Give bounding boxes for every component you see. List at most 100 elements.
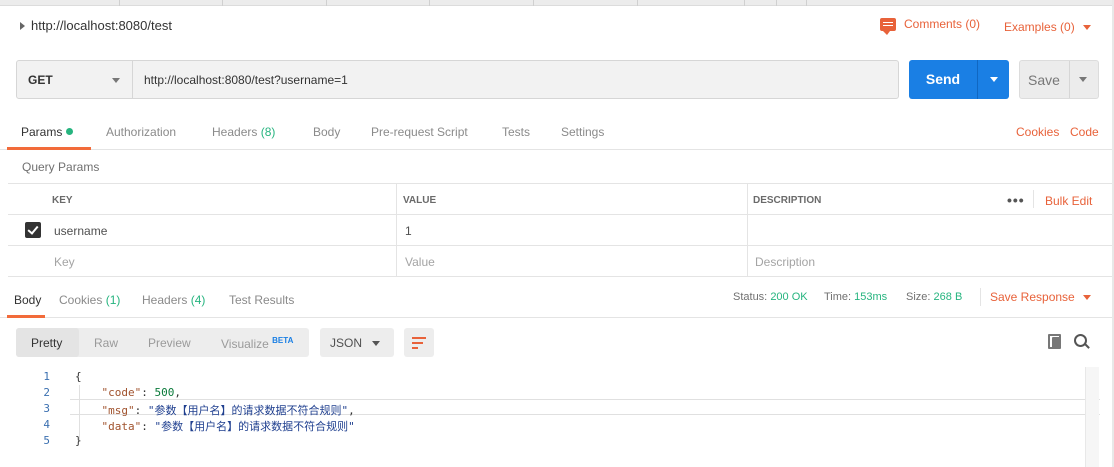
json-value: "参数【用户名】的请求数据不符合规则" — [147, 404, 349, 417]
tab-headers-count: (8) — [260, 125, 276, 139]
line-number: 1 — [43, 370, 50, 383]
tab-tests[interactable]: Tests — [502, 125, 530, 139]
code-line: "data": "参数【用户名】的请求数据不符合规则" — [101, 420, 355, 433]
examples-dropdown[interactable]: Examples (0) — [1004, 20, 1091, 34]
save-button[interactable]: Save — [1019, 60, 1099, 99]
tab-headers-label: Headers — [212, 125, 258, 139]
response-tab-headers-label: Headers — [142, 293, 188, 307]
column-header-description: DESCRIPTION — [753, 195, 822, 206]
tab-authorization[interactable]: Authorization — [106, 125, 176, 139]
active-response-tab-indicator — [7, 315, 45, 318]
line-number: 2 — [43, 386, 50, 399]
column-header-key: KEY — [52, 195, 73, 206]
response-tab-cookies-count: (1) — [105, 293, 121, 307]
json-key: "data" — [101, 420, 142, 433]
code-line: "msg": "参数【用户名】的请求数据不符合规则", — [101, 404, 355, 417]
status-value: 200 OK — [770, 291, 808, 303]
params-active-dot-icon — [66, 128, 74, 135]
size-readout: Size: 268 B — [906, 291, 962, 303]
time-value: 153ms — [854, 291, 888, 303]
new-key-input[interactable]: Key — [54, 255, 75, 269]
bulk-edit-link[interactable]: Bulk Edit — [1045, 194, 1092, 208]
response-tab-body[interactable]: Body — [14, 293, 41, 307]
request-title-label: http://localhost:8080/test — [31, 18, 172, 33]
status-label: Status: — [733, 291, 768, 303]
save-response-button[interactable]: Save Response — [990, 290, 1091, 304]
save-options-chevron-icon[interactable] — [1079, 77, 1087, 82]
json-value: "参数【用户名】的请求数据不符合规则" — [154, 420, 355, 433]
comment-icon — [880, 17, 896, 35]
active-tab-indicator — [7, 147, 91, 150]
cookies-link[interactable]: Cookies — [1016, 125, 1059, 139]
code-link[interactable]: Code — [1070, 125, 1099, 139]
editor-scrollbar[interactable] — [1085, 367, 1099, 467]
size-label: Size: — [906, 291, 931, 303]
view-mode-segmented: Pretty Raw Preview Visualize BETA — [16, 328, 309, 357]
more-options-icon[interactable]: ••• — [1007, 192, 1025, 208]
json-key: "msg" — [101, 404, 135, 417]
tab-body[interactable]: Body — [313, 125, 340, 139]
bulk-edit-divider — [1033, 190, 1034, 208]
code-open-brace: { — [75, 370, 82, 383]
beta-badge: BETA — [272, 336, 294, 345]
table-row: username 1 — [8, 215, 1112, 246]
tab-prerequest-script[interactable]: Pre-request Script — [371, 125, 468, 139]
format-select[interactable]: JSON — [320, 328, 394, 357]
examples-label: Examples (0) — [1004, 20, 1075, 34]
view-preview-button[interactable]: Preview — [148, 336, 191, 350]
request-tabs: Params Authorization Headers (8) Body Pr… — [0, 110, 1114, 150]
view-pretty-button[interactable]: Pretty — [31, 336, 62, 350]
wrap-lines-button[interactable] — [404, 328, 434, 357]
table-row-empty: Key Value Description — [8, 246, 1112, 277]
response-tabs: Body Cookies (1) Headers (4) Test Result… — [0, 286, 1114, 318]
code-line: { — [75, 370, 82, 383]
url-input[interactable]: http://localhost:8080/test?username=1 — [144, 73, 348, 87]
tab-params[interactable]: Params — [21, 125, 74, 139]
save-response-label: Save Response — [990, 290, 1075, 304]
request-title[interactable]: http://localhost:8080/test — [20, 18, 172, 33]
comments-button[interactable]: Comments (0) — [880, 17, 981, 35]
send-split-divider — [977, 60, 978, 99]
line-number: 4 — [43, 418, 50, 431]
view-visualize-button[interactable]: Visualize BETA — [221, 336, 293, 351]
response-tab-headers[interactable]: Headers (4) — [142, 293, 205, 307]
json-key: "code" — [101, 386, 142, 399]
new-description-input[interactable]: Description — [755, 255, 815, 269]
response-body-editor[interactable]: 1 2 3 4 5 { "code": 500, "msg": "参数【用户名】… — [0, 366, 1114, 467]
line-number: 5 — [43, 434, 50, 447]
send-button[interactable]: Send — [909, 60, 1009, 99]
tab-settings[interactable]: Settings — [561, 125, 604, 139]
param-enabled-checkbox[interactable] — [25, 222, 41, 238]
param-value-field[interactable]: 1 — [405, 224, 412, 238]
copy-icon[interactable] — [1048, 334, 1062, 349]
format-label: JSON — [330, 336, 363, 350]
caret-right-icon — [20, 21, 25, 30]
response-tab-cookies[interactable]: Cookies (1) — [59, 293, 120, 307]
time-label: Time: — [824, 291, 852, 303]
new-value-input[interactable]: Value — [405, 255, 435, 269]
send-label: Send — [925, 71, 961, 87]
visualize-label: Visualize — [221, 337, 269, 351]
view-raw-button[interactable]: Raw — [94, 336, 118, 350]
response-tab-cookies-label: Cookies — [59, 293, 103, 307]
tab-headers[interactable]: Headers (8) — [212, 125, 275, 139]
save-label: Save — [1028, 72, 1060, 88]
status-readout: Status: 200 OK — [733, 291, 808, 303]
code-close-brace: } — [75, 434, 82, 447]
search-icon[interactable] — [1074, 334, 1090, 350]
chevron-down-icon — [1082, 294, 1091, 300]
code-line: "code": 500, — [101, 386, 182, 399]
url-bar: GET http://localhost:8080/test?username=… — [16, 60, 899, 99]
method-select[interactable]: GET — [17, 61, 133, 98]
param-key-field[interactable]: username — [54, 224, 107, 238]
code-line: } — [75, 434, 82, 447]
response-tab-test-results[interactable]: Test Results — [229, 293, 294, 307]
chevron-down-icon — [112, 78, 120, 83]
query-params-title: Query Params — [22, 160, 100, 174]
size-value: 268 B — [933, 291, 963, 303]
column-header-value: VALUE — [403, 195, 437, 206]
send-options-chevron-icon[interactable] — [990, 77, 998, 82]
request-header-bar: http://localhost:8080/test Comments (0) … — [0, 6, 1114, 48]
status-divider — [980, 288, 981, 306]
comments-label: Comments (0) — [904, 17, 981, 31]
